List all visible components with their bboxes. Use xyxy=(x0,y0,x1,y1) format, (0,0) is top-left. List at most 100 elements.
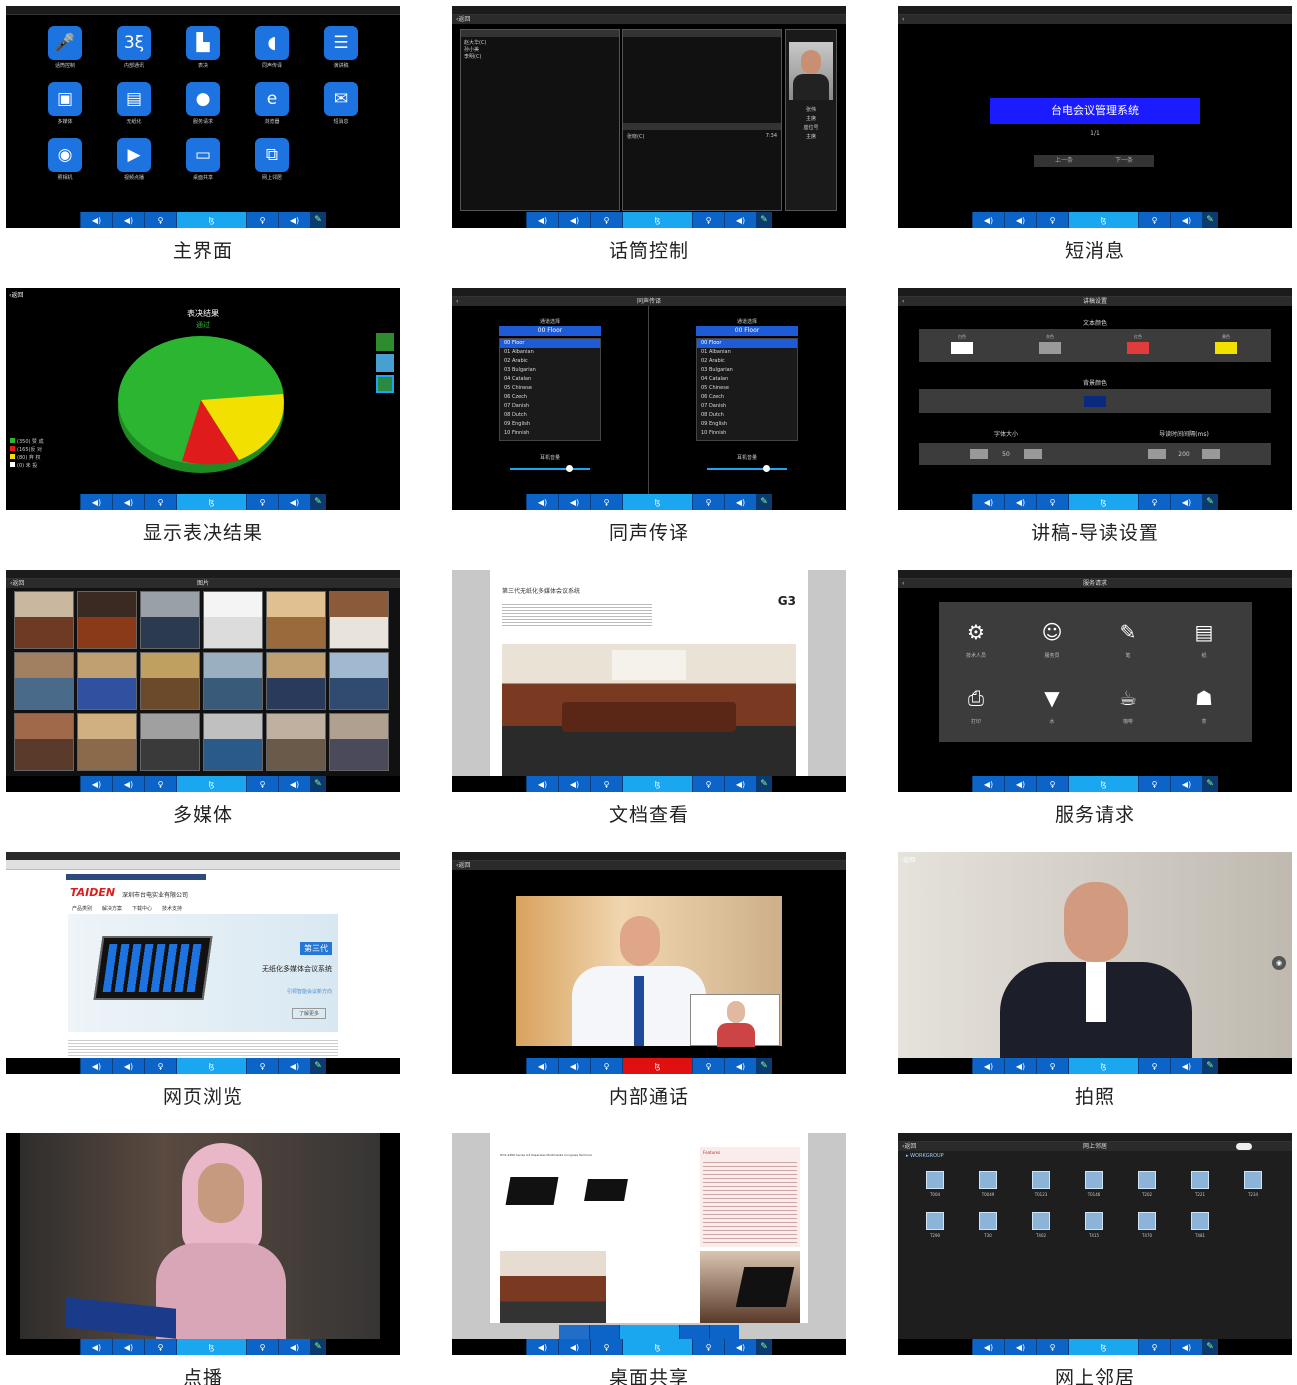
channel-option[interactable]: 07 Danish xyxy=(504,402,596,411)
channel-option[interactable]: 02 Arabic xyxy=(504,357,596,366)
volume-down-icon[interactable]: ◀) xyxy=(526,776,558,792)
volume-up-icon[interactable]: ◀) xyxy=(724,212,756,228)
user-icon[interactable]: ● xyxy=(186,82,220,116)
speaker-list-item[interactable]: 李明(C) xyxy=(464,54,616,61)
annotate-pen-icon[interactable]: ✎ xyxy=(310,1058,326,1074)
text-color-swatch[interactable] xyxy=(1215,342,1237,354)
waiter-icon[interactable]: ☺ xyxy=(1036,616,1068,648)
microphone-icon[interactable]: 🎤 xyxy=(48,26,82,60)
mic-icon[interactable]: ♀ xyxy=(1138,494,1170,510)
pen-icon[interactable]: ✎ xyxy=(1112,616,1144,648)
volume-icon[interactable]: ◀) xyxy=(558,212,590,228)
computer-icon[interactable] xyxy=(926,1171,944,1189)
play-icon[interactable]: ▶ xyxy=(117,138,151,172)
chart-type-bar[interactable] xyxy=(376,333,394,351)
annotate-pen-icon[interactable]: ✎ xyxy=(756,494,772,510)
mode-button[interactable]: ɮ xyxy=(176,776,246,792)
bar-chart-icon[interactable]: ▙ xyxy=(186,26,220,60)
computer-icon[interactable] xyxy=(1191,1171,1209,1189)
mic-icon[interactable]: ♀ xyxy=(692,212,724,228)
annotate-pen-icon[interactable]: ✎ xyxy=(1202,776,1218,792)
water-cup-icon[interactable]: ▼ xyxy=(1036,682,1068,714)
volume-down-icon[interactable]: ◀) xyxy=(972,494,1004,510)
decrease-button[interactable] xyxy=(970,449,988,459)
channel-option[interactable]: 08 Dutch xyxy=(504,411,596,420)
channel-option[interactable]: 01 Albanian xyxy=(701,348,793,357)
volume-up-icon[interactable]: ◀) xyxy=(278,212,310,228)
volume-up-icon[interactable]: ◀) xyxy=(1170,776,1202,792)
message-icon[interactable]: ✉ xyxy=(324,82,358,116)
computer-icon[interactable] xyxy=(1191,1212,1209,1230)
mode-button[interactable]: ɮ xyxy=(622,494,692,510)
volume-down-icon[interactable]: ◀) xyxy=(526,494,558,510)
media-thumbnail[interactable] xyxy=(140,591,200,649)
mic-icon[interactable]: ♀ xyxy=(692,494,724,510)
media-thumbnail[interactable] xyxy=(266,652,326,710)
media-thumbnail[interactable] xyxy=(203,591,263,649)
volume-icon[interactable]: ◀) xyxy=(112,1339,144,1355)
channel-option[interactable]: 09 English xyxy=(701,420,793,429)
decrease-button[interactable] xyxy=(1148,449,1166,459)
media-thumbnail[interactable] xyxy=(203,652,263,710)
mic-icon[interactable]: ♀ xyxy=(246,1339,278,1355)
channel-option[interactable]: 08 Dutch xyxy=(701,411,793,420)
annotate-pen-icon[interactable]: ✎ xyxy=(1202,1339,1218,1355)
mode-button[interactable]: ɮ xyxy=(622,1339,692,1355)
mic-icon[interactable]: ♀ xyxy=(1036,1339,1068,1355)
mic-icon[interactable]: ♀ xyxy=(692,1339,724,1355)
volume-icon[interactable]: ◀) xyxy=(558,494,590,510)
annotate-pen-icon[interactable]: ✎ xyxy=(1202,1058,1218,1074)
volume-down-icon[interactable]: ◀) xyxy=(80,494,112,510)
channel-option[interactable]: 04 Catalan xyxy=(504,375,596,384)
prev-button[interactable]: 上一条 xyxy=(1055,155,1073,167)
volume-up-icon[interactable]: ◀) xyxy=(1170,1339,1202,1355)
mic-icon[interactable]: ♀ xyxy=(1138,212,1170,228)
mic-icon[interactable]: ♀ xyxy=(1036,1058,1068,1074)
back-button[interactable]: ‹返回 xyxy=(901,855,915,864)
media-thumbnail[interactable] xyxy=(77,652,137,710)
mic-icon[interactable]: ♀ xyxy=(692,776,724,792)
mic-icon[interactable]: ♀ xyxy=(246,776,278,792)
intercom-icon[interactable]: 3ξ xyxy=(117,26,151,60)
mic-icon[interactable]: ♀ xyxy=(590,776,622,792)
mic-icon[interactable]: ♀ xyxy=(246,1058,278,1074)
speaker-list-item[interactable]: 孙小美 xyxy=(464,47,616,54)
volume-down-icon[interactable]: ◀) xyxy=(972,1058,1004,1074)
channel-option[interactable]: 00 Floor xyxy=(500,339,600,348)
site-nav-item[interactable]: 解决方案 xyxy=(102,905,122,912)
queue-item[interactable]: 张晓(C) xyxy=(627,133,644,140)
channel-option[interactable]: 03 Bulgarian xyxy=(701,366,793,375)
channel-option[interactable]: 10 Finnish xyxy=(701,429,793,438)
computer-icon[interactable] xyxy=(979,1212,997,1230)
volume-up-icon[interactable]: ◀) xyxy=(724,1339,756,1355)
volume-icon[interactable]: ◀) xyxy=(112,1058,144,1074)
volume-up-icon[interactable]: ◀) xyxy=(724,776,756,792)
chart-type-column[interactable] xyxy=(376,354,394,372)
mic-icon[interactable]: ♀ xyxy=(144,212,176,228)
media-thumbnail[interactable] xyxy=(14,591,74,649)
bg-color-swatch[interactable] xyxy=(1084,396,1106,407)
media-thumbnail[interactable] xyxy=(77,591,137,649)
coffee-icon[interactable]: ☕ xyxy=(1112,682,1144,714)
computer-icon[interactable] xyxy=(979,1171,997,1189)
computer-icon[interactable] xyxy=(1244,1171,1262,1189)
channel-option[interactable]: 06 Czech xyxy=(701,393,793,402)
media-thumbnail[interactable] xyxy=(329,591,389,649)
mic-icon[interactable]: ♀ xyxy=(246,212,278,228)
view-toggle[interactable] xyxy=(1236,1143,1252,1150)
mic-icon[interactable]: ♀ xyxy=(590,494,622,510)
volume-up-icon[interactable]: ◀) xyxy=(278,1058,310,1074)
increase-button[interactable] xyxy=(1023,449,1042,459)
volume-icon[interactable]: ◀) xyxy=(1004,1058,1036,1074)
mic-icon[interactable]: ♀ xyxy=(590,1058,622,1074)
media-thumbnail[interactable] xyxy=(329,713,389,771)
computer-icon[interactable] xyxy=(1032,1171,1050,1189)
mode-button[interactable]: ɮ xyxy=(1068,776,1138,792)
mode-button[interactable]: ɮ xyxy=(176,212,246,228)
annotate-pen-icon[interactable]: ✎ xyxy=(310,494,326,510)
mode-button[interactable]: ɮ xyxy=(622,1058,692,1074)
annotate-pen-icon[interactable]: ✎ xyxy=(756,212,772,228)
volume-up-icon[interactable]: ◀) xyxy=(1170,494,1202,510)
volume-icon[interactable]: ◀) xyxy=(112,212,144,228)
network-icon[interactable]: ⧉ xyxy=(255,138,289,172)
